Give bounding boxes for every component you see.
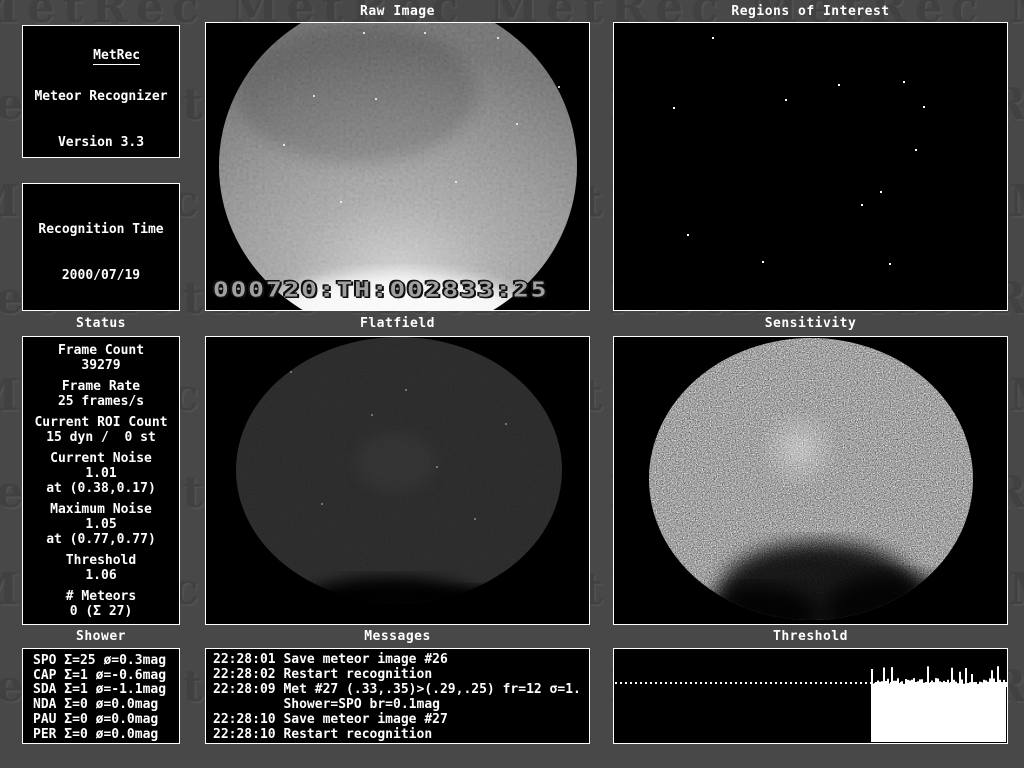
message-line: 22:28:09 Met #27 (.33,.35)>(.29,.25) fr=… xyxy=(213,682,589,697)
recognition-time-label: Recognition Time xyxy=(23,222,179,238)
status-field-value: at (0.38,0.17) xyxy=(23,481,179,496)
roi-dot xyxy=(687,234,689,236)
status-field-value: 25 frames/s xyxy=(23,394,179,409)
shower-panel: SPO Σ=25 ø=0.3magCAP Σ=1 ø=-0.6magSDA Σ=… xyxy=(22,648,180,744)
flatfield-dot xyxy=(405,389,407,391)
message-line: 22:28:10 Restart recognition xyxy=(213,727,589,742)
status-field: Current ROI Count15 dyn / 0 st xyxy=(23,415,179,445)
roi-dot xyxy=(903,81,905,83)
sensitivity-fisheye xyxy=(614,337,1007,624)
flatfield-dot xyxy=(474,518,476,520)
status-field-value: 1.06 xyxy=(23,568,179,583)
roi-dot xyxy=(762,261,764,263)
roi-dot xyxy=(880,191,882,193)
app-subtitle: Meteor Recognizer xyxy=(23,89,179,105)
roi-dot xyxy=(861,204,863,206)
raw-image-panel: 000720:TH:002833:25 xyxy=(205,22,590,311)
star-dot xyxy=(340,201,342,203)
shower-row: SPO Σ=25 ø=0.3mag xyxy=(33,654,179,669)
roi-dot xyxy=(838,84,840,86)
star-dot xyxy=(283,144,285,146)
threshold-noise-trace xyxy=(871,665,1007,687)
roi-title: Regions of Interest xyxy=(613,5,1008,19)
threshold-title: Threshold xyxy=(613,630,1008,644)
status-field-value: 0 (Σ 27) xyxy=(23,604,179,619)
status-field-label: Current Noise xyxy=(23,451,179,466)
shower-row: NDA Σ=0 ø=0.0mag xyxy=(33,698,179,713)
sensitivity-view xyxy=(614,337,1007,624)
status-field: # Meteors0 (Σ 27) xyxy=(23,589,179,619)
roi-dot xyxy=(673,107,675,109)
status-panel: Frame Count39279 Frame Rate25 frames/s Cur… xyxy=(22,336,180,625)
roi-dot xyxy=(915,149,917,151)
shower-row: CAP Σ=1 ø=-0.6mag xyxy=(33,669,179,684)
flatfield-title: Flatfield xyxy=(205,317,590,331)
raw-image-fisheye xyxy=(206,23,589,310)
star-dot xyxy=(363,32,365,34)
shower-row: PAU Σ=0 ø=0.0mag xyxy=(33,713,179,728)
flatfield-view xyxy=(206,337,589,624)
threshold-panel xyxy=(613,648,1008,744)
star-dot xyxy=(375,98,377,100)
messages-panel: 22:28:01 Save meteor image #2622:28:02 R… xyxy=(205,648,590,744)
about-panel: MetRec Meteor Recognizer Version 3.3 200… xyxy=(22,25,180,158)
recognition-date: 2000/07/19 xyxy=(23,268,179,284)
status-field-label: Frame Rate xyxy=(23,379,179,394)
message-line: Shower=SPO br=0.1mag xyxy=(213,697,589,712)
video-timestamp-overlay: 000720:TH:002833:25 xyxy=(213,278,548,302)
roi-panel xyxy=(613,22,1008,311)
status-field: Maximum Noise1.05at (0.77,0.77) xyxy=(23,502,179,547)
status-field-label: Threshold xyxy=(23,553,179,568)
sensitivity-panel xyxy=(613,336,1008,625)
shower-title: Shower xyxy=(22,630,180,644)
shower-row: SDA Σ=1 ø=-1.1mag xyxy=(33,683,179,698)
status-field-value: 15 dyn / 0 st xyxy=(23,430,179,445)
shower-row: PER Σ=0 ø=0.0mag xyxy=(33,728,179,743)
flatfield-dot xyxy=(505,423,507,425)
flatfield-panel xyxy=(205,336,590,625)
metrec-screen: MetRec MetRec MetRec MetRec MetRec MetRe… xyxy=(0,0,1024,768)
message-line: 22:28:10 Save meteor image #27 xyxy=(213,712,589,727)
messages-title: Messages xyxy=(205,630,590,644)
app-name: MetRec xyxy=(93,48,140,65)
status-title: Status xyxy=(22,317,180,331)
roi-dot xyxy=(923,106,925,108)
status-field: Current Noise1.01at (0.38,0.17) xyxy=(23,451,179,496)
threshold-active-region xyxy=(871,686,1006,742)
status-field-value: 39279 xyxy=(23,358,179,373)
roi-view xyxy=(614,23,1007,310)
star-dot xyxy=(455,181,457,183)
status-field-label: Frame Count xyxy=(23,343,179,358)
status-field: Threshold1.06 xyxy=(23,553,179,583)
flatfield-dot xyxy=(436,466,438,468)
raw-image-title: Raw Image xyxy=(205,5,590,19)
sensitivity-title: Sensitivity xyxy=(613,317,1008,331)
message-line: 22:28:01 Save meteor image #26 xyxy=(213,652,589,667)
roi-dot xyxy=(712,37,714,39)
status-field-label: Maximum Noise xyxy=(23,502,179,517)
status-field-value: 1.05 xyxy=(23,517,179,532)
app-version: Version 3.3 xyxy=(23,135,179,151)
message-line: 22:28:02 Restart recognition xyxy=(213,667,589,682)
flatfield-fisheye xyxy=(206,337,589,624)
status-field-label: Current ROI Count xyxy=(23,415,179,430)
status-field-label: # Meteors xyxy=(23,589,179,604)
status-field-value: at (0.77,0.77) xyxy=(23,532,179,547)
status-field: Frame Count39279 xyxy=(23,343,179,373)
status-field: Frame Rate25 frames/s xyxy=(23,379,179,409)
roi-dot xyxy=(785,99,787,101)
times-panel: Recognition Time 2000/07/19 22:28:33 Obs… xyxy=(22,183,180,311)
raw-image-view: 000720:TH:002833:25 xyxy=(206,23,589,310)
status-field-value: 1.01 xyxy=(23,466,179,481)
roi-dot xyxy=(889,263,891,265)
